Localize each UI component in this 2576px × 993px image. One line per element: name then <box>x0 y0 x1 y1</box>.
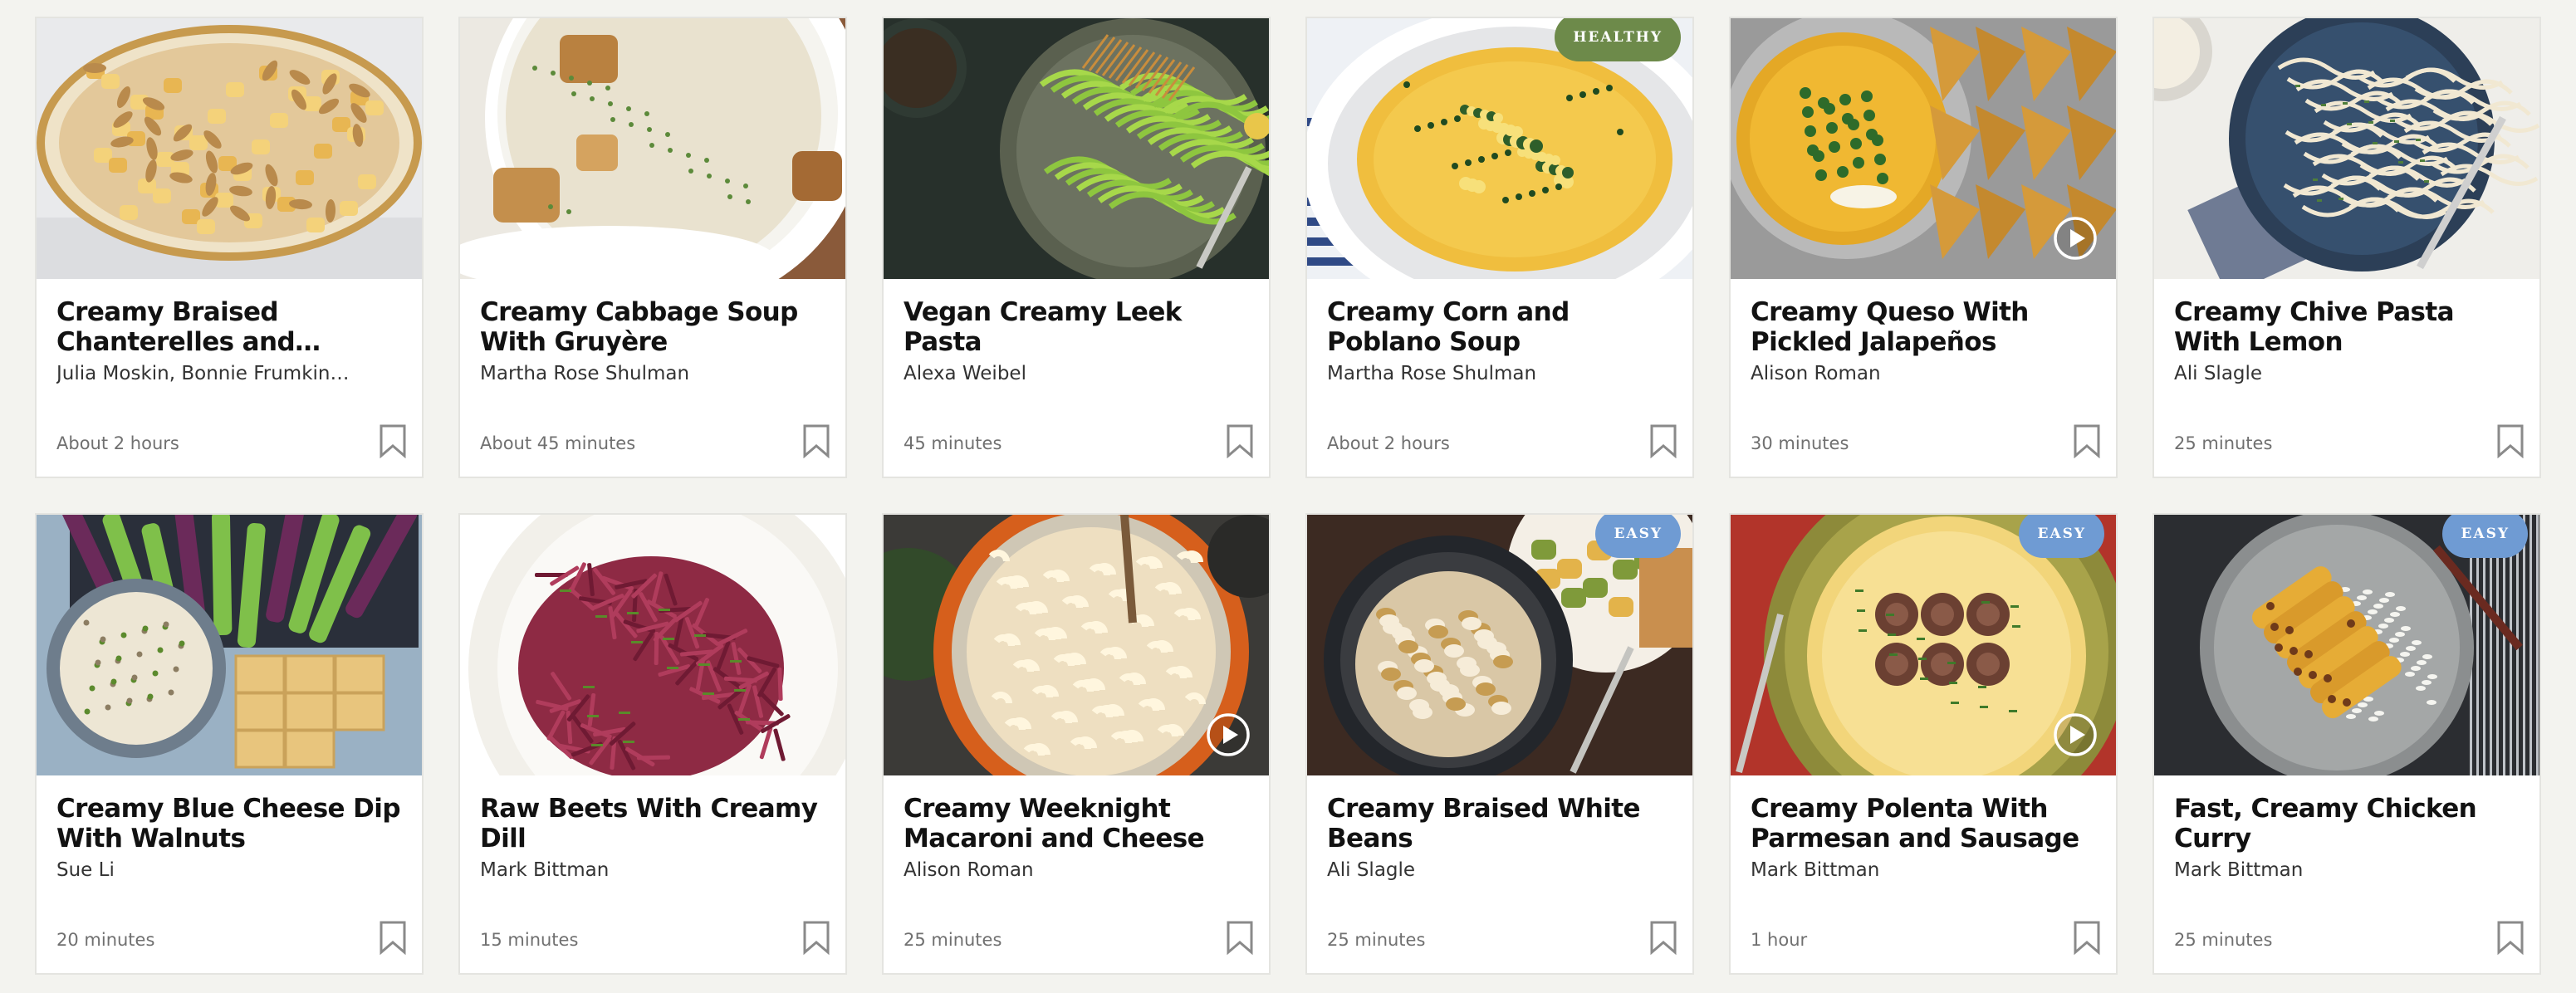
recipe-author: Julia Moskin, Bonnie Frumkin… <box>56 363 350 384</box>
recipe-info: Creamy Blue Cheese Dip With Walnuts Sue L… <box>37 775 422 882</box>
recipe-info: Creamy Polenta With Parmesan and Sausage… <box>1731 775 2116 882</box>
recipe-info: Creamy Cabbage Soup With Gruyère Martha R… <box>460 279 845 385</box>
recipe-card[interactable]: EASY Creamy Braised White Beans Ali Slagle… <box>1305 513 1694 975</box>
bookmark-icon[interactable] <box>2073 920 2101 956</box>
recipe-image[interactable] <box>460 515 845 775</box>
recipe-info: Creamy Corn and Poblano Soup Martha Rose … <box>1307 279 1692 385</box>
recipe-grid: Creamy Braised Chanterelles and Potatoes… <box>35 17 2544 975</box>
recipe-author: Alison Roman <box>1751 363 1881 384</box>
bookmark-icon[interactable] <box>379 920 407 956</box>
recipe-badge: EASY <box>2019 515 2104 558</box>
bookmark-icon[interactable] <box>2496 423 2525 459</box>
recipe-info: Raw Beets With Creamy Dill Mark Bittman <box>460 775 845 882</box>
recipe-time: 30 minutes <box>1751 433 1849 453</box>
recipe-title[interactable]: Creamy Queso With Pickled Jalapeños <box>1751 297 2096 357</box>
recipe-author: Sue Li <box>56 859 115 881</box>
recipe-title[interactable]: Creamy Cabbage Soup With Gruyère <box>480 297 825 357</box>
recipe-card[interactable]: Creamy Queso With Pickled Jalapeños Aliso… <box>1729 17 2118 478</box>
recipe-time: 25 minutes <box>2174 433 2273 453</box>
recipe-author: Mark Bittman <box>480 859 610 881</box>
recipe-title[interactable]: Creamy Corn and Poblano Soup <box>1327 297 1672 357</box>
recipe-card[interactable]: HEALTHY Creamy Corn and Poblano Soup Marth… <box>1305 17 1694 478</box>
recipe-title[interactable]: Creamy Blue Cheese Dip With Walnuts <box>56 794 402 854</box>
recipe-card[interactable]: Creamy Chive Pasta With Lemon Ali Slagle 2… <box>2152 17 2541 478</box>
recipe-image[interactable] <box>1731 18 2116 279</box>
recipe-time: 15 minutes <box>480 930 579 950</box>
play-icon[interactable] <box>2053 216 2098 261</box>
recipe-info: Fast, Creamy Chicken Curry Mark Bittman <box>2154 775 2539 882</box>
recipe-image[interactable] <box>2154 18 2539 279</box>
recipe-title[interactable]: Fast, Creamy Chicken Curry <box>2174 794 2520 854</box>
bookmark-icon[interactable] <box>2496 920 2525 956</box>
bookmark-icon[interactable] <box>802 423 830 459</box>
recipe-time: About 2 hours <box>56 433 179 453</box>
recipe-card[interactable]: Creamy Cabbage Soup With Gruyère Martha R… <box>458 17 847 478</box>
recipe-info: Creamy Braised Chanterelles and Potatoes… <box>37 279 422 385</box>
bookmark-icon[interactable] <box>1226 920 1254 956</box>
recipe-time: 20 minutes <box>56 930 155 950</box>
recipe-author: Martha Rose Shulman <box>1327 363 1537 384</box>
recipe-image[interactable] <box>460 18 845 279</box>
recipe-title[interactable]: Vegan Creamy Leek Pasta <box>904 297 1249 357</box>
recipe-card[interactable]: EASY Fast, Creamy Chicken Curry Mark Bittm… <box>2152 513 2541 975</box>
recipe-image[interactable]: EASY <box>1307 515 1692 775</box>
recipe-card[interactable]: Vegan Creamy Leek Pasta Alexa Weibel 45 mi… <box>882 17 1271 478</box>
recipe-card[interactable]: Creamy Blue Cheese Dip With Walnuts Sue L… <box>35 513 424 975</box>
recipe-image[interactable]: HEALTHY <box>1307 18 1692 279</box>
play-icon[interactable] <box>2053 712 2098 757</box>
recipe-time: 25 minutes <box>2174 930 2273 950</box>
recipe-image[interactable]: EASY <box>1731 515 2116 775</box>
recipe-card[interactable]: Raw Beets With Creamy Dill Mark Bittman 15… <box>458 513 847 975</box>
bookmark-icon[interactable] <box>802 920 830 956</box>
bookmark-icon[interactable] <box>1649 423 1677 459</box>
recipe-image[interactable] <box>884 515 1269 775</box>
recipe-author: Mark Bittman <box>2174 859 2304 881</box>
bookmark-icon[interactable] <box>379 423 407 459</box>
recipe-title[interactable]: Creamy Braised Chanterelles and Potatoes <box>56 297 402 357</box>
recipe-author: Ali Slagle <box>1327 859 1416 881</box>
recipe-time: About 2 hours <box>1327 433 1450 453</box>
recipe-badge: EASY <box>2442 515 2528 558</box>
recipe-time: 25 minutes <box>904 930 1002 950</box>
recipe-image[interactable] <box>37 18 422 279</box>
recipe-badge: EASY <box>1595 515 1681 558</box>
recipe-title[interactable]: Creamy Braised White Beans <box>1327 794 1672 854</box>
bookmark-icon[interactable] <box>1226 423 1254 459</box>
bookmark-icon[interactable] <box>2073 423 2101 459</box>
recipe-author: Mark Bittman <box>1751 859 1880 881</box>
recipe-card[interactable]: Creamy Weeknight Macaroni and Cheese Alis… <box>882 513 1271 975</box>
recipe-card[interactable]: Creamy Braised Chanterelles and Potatoes… <box>35 17 424 478</box>
recipe-image[interactable] <box>37 515 422 775</box>
recipe-card[interactable]: EASY Creamy Polenta With Parmesan and Sau… <box>1729 513 2118 975</box>
recipe-image[interactable] <box>884 18 1269 279</box>
recipe-info: Creamy Braised White Beans Ali Slagle <box>1307 775 1692 882</box>
recipe-time: 1 hour <box>1751 930 1808 950</box>
recipe-time: 45 minutes <box>904 433 1002 453</box>
recipe-time: 25 minutes <box>1327 930 1426 950</box>
bookmark-icon[interactable] <box>1649 920 1677 956</box>
recipe-info: Creamy Queso With Pickled Jalapeños Aliso… <box>1731 279 2116 385</box>
recipe-title[interactable]: Creamy Polenta With Parmesan and Sausage <box>1751 794 2096 854</box>
recipe-time: About 45 minutes <box>480 433 636 453</box>
recipe-info: Creamy Weeknight Macaroni and Cheese Alis… <box>884 775 1269 882</box>
recipe-info: Vegan Creamy Leek Pasta Alexa Weibel <box>884 279 1269 385</box>
recipe-image[interactable]: EASY <box>2154 515 2539 775</box>
recipe-author: Alison Roman <box>904 859 1034 881</box>
recipe-info: Creamy Chive Pasta With Lemon Ali Slagle <box>2154 279 2539 385</box>
recipe-title[interactable]: Creamy Weeknight Macaroni and Cheese <box>904 794 1249 854</box>
recipe-badge: HEALTHY <box>1555 18 1681 61</box>
recipe-title[interactable]: Creamy Chive Pasta With Lemon <box>2174 297 2520 357</box>
recipe-author: Ali Slagle <box>2174 363 2263 384</box>
recipe-author: Martha Rose Shulman <box>480 363 690 384</box>
play-icon[interactable] <box>1206 712 1251 757</box>
recipe-author: Alexa Weibel <box>904 363 1026 384</box>
recipe-title[interactable]: Raw Beets With Creamy Dill <box>480 794 825 854</box>
